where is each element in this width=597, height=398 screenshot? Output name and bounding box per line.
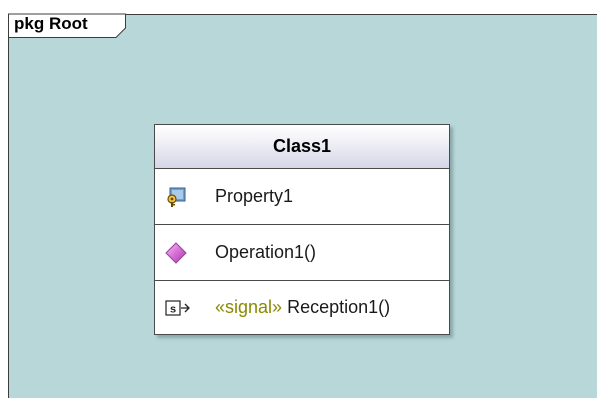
diagram-canvas: pkg Root Class1 Property1 Operation1() s… [0, 0, 597, 398]
reception-stereotype: «signal» [215, 296, 283, 317]
package-label: pkg Root [14, 14, 88, 33]
operation-row[interactable]: Operation1() [155, 225, 449, 280]
reception-row[interactable]: s «signal» Reception1() [155, 281, 449, 334]
property-key-icon [165, 186, 187, 208]
attributes-compartment: Property1 [155, 169, 449, 225]
class-name: Class1 [272, 136, 332, 156]
attribute-name: Property1 [215, 185, 294, 206]
reception-name: Reception1() [287, 296, 391, 317]
class-element[interactable]: Class1 Property1 Operation1() s «signal»… [154, 124, 450, 335]
attribute-row[interactable]: Property1 [155, 169, 449, 224]
receptions-compartment: s «signal» Reception1() [155, 281, 449, 334]
operation-name: Operation1() [215, 241, 317, 262]
operation-diamond-icon [165, 241, 187, 264]
svg-text:s: s [170, 303, 176, 315]
reception-label: «signal» Reception1() [215, 297, 390, 318]
class-header[interactable]: Class1 [155, 125, 449, 169]
operations-compartment: Operation1() [155, 225, 449, 281]
package-tab[interactable]: pkg Root [8, 10, 126, 38]
signal-reception-icon: s [165, 297, 191, 319]
